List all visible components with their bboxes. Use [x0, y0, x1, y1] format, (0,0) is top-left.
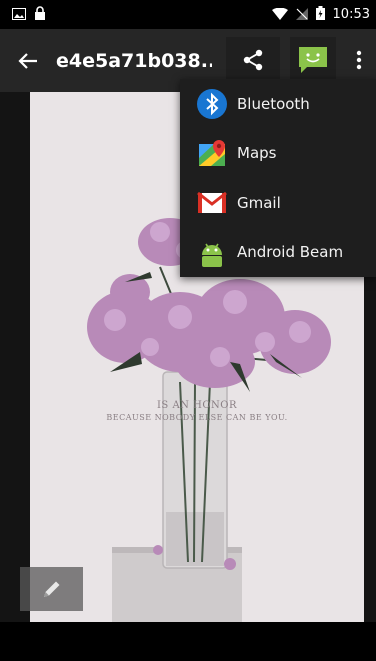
- maps-icon: [196, 138, 228, 170]
- status-left: [12, 5, 46, 24]
- lock-icon: [34, 5, 46, 24]
- wifi-icon: [271, 5, 288, 24]
- share-menu-item-gmail[interactable]: Gmail: [180, 178, 376, 228]
- status-right: 10:53: [271, 5, 370, 24]
- share-icon: [243, 49, 263, 71]
- menu-label: Maps: [237, 144, 277, 163]
- share-button[interactable]: [226, 37, 280, 83]
- more-options-button[interactable]: [344, 37, 374, 83]
- messaging-icon: [299, 47, 327, 73]
- menu-label: Android Beam: [237, 243, 344, 262]
- arrow-back-icon: [18, 52, 37, 69]
- photo-caption: IS AN HONOR BECAUSE NOBODY ELSE CAN BE Y…: [30, 400, 364, 422]
- android-beam-icon: [196, 237, 228, 269]
- page-title: e4e5a71b038...: [56, 49, 212, 72]
- menu-label: Bluetooth: [237, 94, 310, 113]
- bottom-bar: [0, 622, 376, 661]
- share-menu-item-maps[interactable]: Maps: [180, 129, 376, 179]
- back-button[interactable]: [0, 29, 56, 92]
- no-signal-icon: [295, 5, 308, 24]
- status-bar: 10:53: [0, 0, 376, 29]
- status-time: 10:53: [332, 7, 370, 22]
- gmail-icon: [196, 187, 228, 219]
- menu-label: Gmail: [237, 193, 281, 212]
- pencil-icon: [43, 581, 59, 597]
- messaging-share-button[interactable]: [290, 37, 336, 83]
- caption-line-2: BECAUSE NOBODY ELSE CAN BE YOU.: [106, 413, 288, 422]
- caption-line-1: IS AN HONOR: [156, 400, 238, 411]
- share-menu: Bluetooth Maps Gmail Android Beam: [180, 79, 376, 277]
- share-menu-item-bluetooth[interactable]: Bluetooth: [180, 79, 376, 129]
- gallery-notification-icon: [12, 5, 26, 24]
- battery-icon: [315, 5, 325, 24]
- more-vert-icon: [356, 50, 362, 70]
- edit-button[interactable]: [20, 567, 83, 611]
- bluetooth-icon: [196, 88, 228, 120]
- share-menu-item-android-beam[interactable]: Android Beam: [180, 228, 376, 278]
